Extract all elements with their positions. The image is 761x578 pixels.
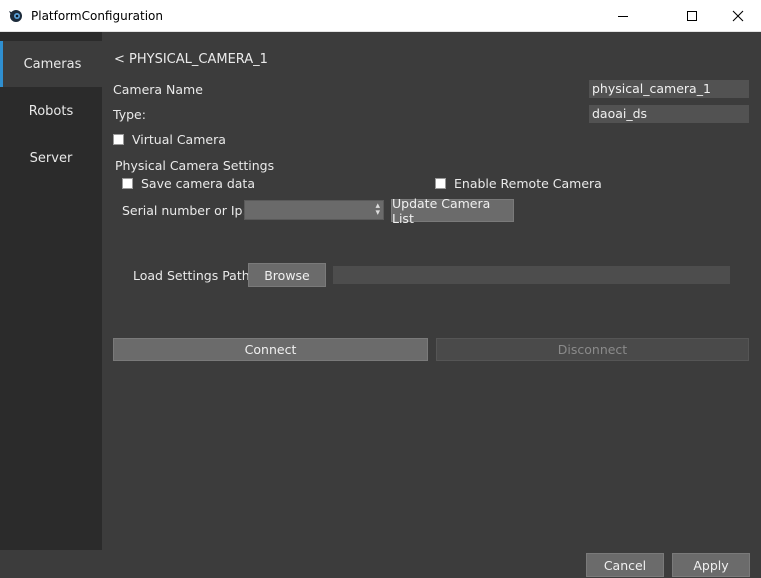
sidebar-item-robots[interactable]: Robots [0,88,102,134]
enable-remote-camera-checkbox[interactable]: Enable Remote Camera [435,176,602,191]
save-camera-data-label: Save camera data [141,176,255,191]
sidebar-item-server[interactable]: Server [0,135,102,181]
sidebar-item-label: Robots [28,103,74,119]
checkbox-box[interactable] [122,178,133,189]
update-camera-list-button[interactable]: Update Camera List [391,196,514,226]
cancel-button[interactable]: Cancel [586,553,664,577]
enable-remote-camera-label: Enable Remote Camera [454,176,602,191]
camera-name-field[interactable]: physical_camera_1 [589,80,749,98]
serial-label: Serial number or Ip: [122,203,247,218]
physical-settings-heading: Physical Camera Settings [115,158,275,173]
app-logo-icon [9,10,22,22]
back-link[interactable]: < PHYSICAL_CAMERA_1 [114,52,268,67]
sidebar-item-label: Server [29,150,73,166]
disconnect-button[interactable]: Disconnect [436,338,749,361]
close-icon [732,10,744,21]
load-settings-label: Load Settings Path [133,268,250,283]
apply-button[interactable]: Apply [672,553,750,577]
window-title: PlatformConfiguration [31,9,163,23]
checkbox-box[interactable] [113,134,124,145]
checkbox-box[interactable] [435,178,446,189]
serial-select[interactable]: ▴ ▾ [244,200,384,220]
virtual-camera-label: Virtual Camera [132,132,226,147]
updown-arrow-icon: ▴ ▾ [375,201,380,218]
camera-settings-panel: < PHYSICAL_CAMERA_1 Camera Name physical… [102,32,761,550]
save-camera-data-checkbox[interactable]: Save camera data [122,176,255,191]
type-field[interactable]: daoai_ds [589,105,749,123]
settings-path-field[interactable] [333,266,730,284]
maximize-button[interactable] [669,0,715,31]
minimize-button[interactable] [600,0,646,31]
sidebar: Cameras Robots Server [0,32,102,550]
bottom-left-area [0,550,102,578]
title-bar: PlatformConfiguration [0,0,761,32]
button-bar: Cancel Apply [102,550,761,578]
virtual-camera-checkbox[interactable]: Virtual Camera [113,132,226,147]
minimize-icon [618,15,628,17]
close-button[interactable] [715,0,761,31]
type-label: Type: [113,107,146,122]
sidebar-item-label: Cameras [23,56,82,72]
camera-name-label: Camera Name [113,82,203,97]
connect-button[interactable]: Connect [113,338,428,361]
sidebar-item-cameras[interactable]: Cameras [0,41,102,87]
browse-button[interactable]: Browse [248,263,326,287]
maximize-icon [687,10,697,21]
